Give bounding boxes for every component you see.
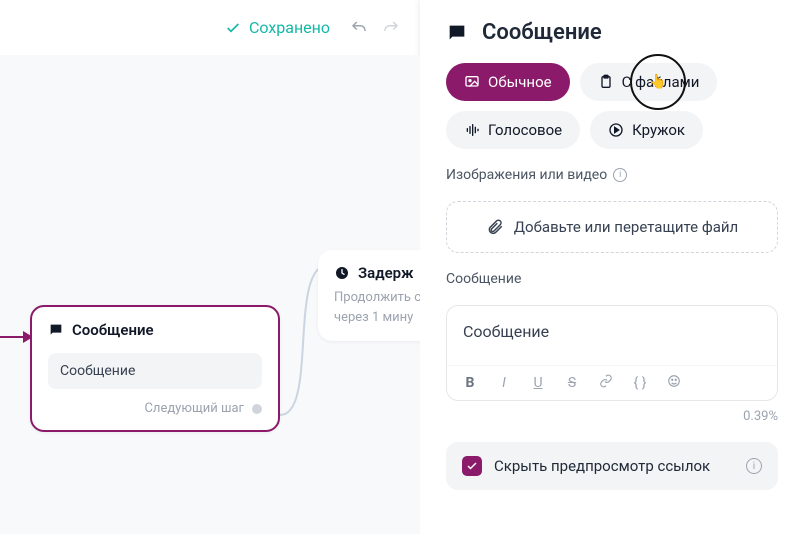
info-icon[interactable]: i [613, 168, 627, 182]
node-title: Сообщение [72, 321, 154, 339]
braces-button[interactable]: { } [631, 375, 649, 391]
undo-icon[interactable] [350, 19, 368, 37]
node-title: Задерж [358, 264, 414, 282]
message-label-text: Сообщение [446, 271, 521, 287]
tab-label: Кружок [632, 121, 685, 139]
panel-title: Сообщение [446, 20, 778, 45]
tab-label: Голосовое [488, 121, 562, 139]
paperclip-icon [486, 218, 504, 236]
message-section-label: Сообщение [446, 271, 778, 287]
saved-indicator: Сохранено [225, 18, 330, 37]
hide-link-preview-row[interactable]: Скрыть предпросмотр ссылок i [446, 442, 778, 490]
next-step-label: Следующий шаг [144, 401, 244, 416]
delay-line1: Продолжить с [334, 288, 420, 308]
panel-title-text: Сообщение [482, 20, 602, 45]
link-icon [599, 374, 613, 388]
media-section-label: Изображения или видео i [446, 167, 778, 183]
node-body: Сообщение [48, 353, 262, 389]
flow-canvas[interactable]: Сообщение Сообщение Следующий шаг Задерж… [0, 55, 420, 534]
message-type-tabs: Обычное С файлами Голосовое Кружок 👆 [446, 63, 778, 149]
media-label-text: Изображения или видео [446, 167, 607, 183]
clipboard-icon [598, 74, 614, 90]
info-icon[interactable]: i [746, 458, 762, 474]
italic-button[interactable]: I [495, 375, 513, 391]
tab-label: Обычное [488, 73, 552, 91]
message-editor: Сообщение B I U S { } [446, 305, 778, 401]
delay-line2: через 1 мину [334, 308, 420, 328]
tab-regular[interactable]: Обычное [446, 63, 570, 101]
clock-icon [334, 265, 350, 281]
tab-circle[interactable]: Кружок [590, 111, 703, 149]
hide-preview-label: Скрыть предпросмотр ссылок [494, 457, 710, 475]
play-circle-icon [608, 122, 624, 138]
message-icon [48, 322, 64, 338]
emoji-icon [667, 374, 681, 388]
properties-panel: Сообщение Обычное С файлами Голосовое Кр… [420, 0, 804, 534]
tab-with-files[interactable]: С файлами [580, 63, 718, 101]
image-icon [464, 74, 480, 90]
media-dropzone[interactable]: Добавьте или перетащите файл [446, 201, 778, 253]
topbar: Сохранено [0, 0, 420, 55]
char-percent: 0.39% [446, 409, 778, 424]
node-message[interactable]: Сообщение Сообщение Следующий шаг [30, 305, 280, 432]
message-icon [446, 22, 468, 44]
message-textarea[interactable]: Сообщение [447, 306, 777, 365]
redo-icon[interactable] [382, 19, 400, 37]
waveform-icon [464, 122, 480, 138]
emoji-button[interactable] [665, 374, 683, 392]
dropzone-label: Добавьте или перетащите файл [514, 218, 738, 236]
underline-button[interactable]: U [529, 375, 547, 391]
node-delay[interactable]: Задерж Продолжить с через 1 мину [318, 250, 420, 341]
editor-toolbar: B I U S { } [447, 365, 777, 400]
tab-voice[interactable]: Голосовое [446, 111, 580, 149]
checkbox-checked-icon[interactable] [462, 456, 482, 476]
saved-label: Сохранено [249, 18, 330, 37]
bold-button[interactable]: B [461, 375, 479, 391]
strike-button[interactable]: S [563, 375, 581, 391]
link-button[interactable] [597, 374, 615, 392]
connector-dot-icon[interactable] [252, 404, 262, 414]
tab-label: С файлами [622, 73, 700, 91]
node-next-step: Следующий шаг [48, 401, 262, 416]
check-icon [225, 20, 241, 36]
